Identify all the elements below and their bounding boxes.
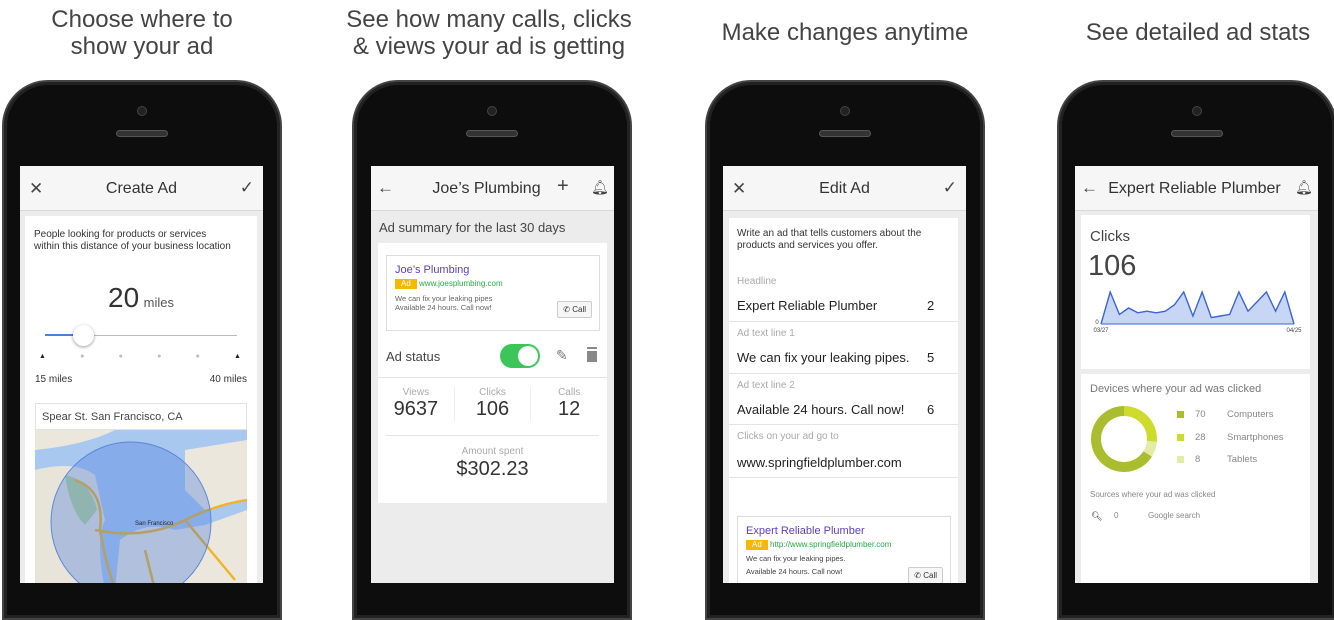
legend-value: 70 [1195,409,1206,420]
preview-headline: Expert Reliable Plumber [746,525,865,537]
call-button[interactable]: ✆ Call [557,301,592,318]
devices-donut-chart [1091,406,1157,472]
distance-readout: 20 miles [108,282,174,313]
preview-url: http://www.springfieldplumber.com [770,540,892,549]
legend-value: 8 [1195,454,1201,465]
screen-title: Joe’s Plumbing [432,180,541,197]
devices-title: Devices where your ad was clicked [1090,383,1262,395]
ad-badge: Ad [746,540,768,550]
ad-preview: Expert Reliable Plumber Ad http://www.sp… [737,516,951,583]
distance-slider[interactable] [45,325,237,346]
ad-badge: Ad [395,279,417,289]
map[interactable]: San Francisco [35,430,247,583]
check-icon[interactable]: ✓ [240,179,254,196]
caption-2: See how many calls, clicks & views your … [346,6,632,60]
clicks-chart: 0 03/27 04/25 [1093,289,1302,334]
ad-preview[interactable]: Joe’s Plumbing Ad www.joesplumbing.com W… [386,255,600,331]
edit-intro: Write an ad that tells customers about t… [737,228,922,251]
stat-calls: Calls 12 [558,387,581,420]
source-row: 🔍︎ 0 Google search [1091,511,1201,521]
slider-ticks: ▲ ● ● ● ● ▲ [39,352,241,360]
distance-description: People looking for products or services … [34,229,231,252]
metric-label: Clicks [1090,228,1130,245]
bell-icon[interactable]: 🔔︎ [1295,179,1313,196]
donut-slice-smartphones [1123,406,1157,442]
caption-3: Make changes anytime [721,19,969,46]
delete-trash-icon[interactable] [587,349,597,362]
screen-title: Edit Ad [819,180,870,197]
field-destination-url[interactable]: Clicks on your ad go to www.springfieldp… [729,431,958,483]
amount-spent-label: Amount spent [461,446,524,457]
screen-title: Create Ad [105,180,178,197]
check-icon[interactable]: ✓ [943,179,957,196]
add-icon[interactable]: + [557,176,569,196]
ad-summary-screen: ← Joe’s Plumbing + 🔔︎ Ad summary for the… [371,166,614,583]
stat-views: Views 9637 [393,387,439,420]
summary-heading: Ad summary for the last 30 days [379,220,566,235]
caption-4: See detailed ad stats [1085,19,1311,46]
legend-label: Computers [1227,409,1274,420]
search-icon: 🔍︎ [1091,511,1103,521]
donut-slice-tablets [1143,440,1157,457]
ad-stats-screen: ← Expert Reliable Plumber 🔔︎ Clicks 106 … [1075,166,1318,583]
caption-1: Choose where to show your ad [51,6,233,60]
sources-title: Sources where your ad was clicked [1090,490,1216,499]
x-start-label: 03/27 [1093,328,1109,334]
edit-pencil-icon[interactable]: ✎ [556,347,568,364]
distance-card: People looking for products or services … [25,216,257,583]
ad-status-toggle[interactable] [500,344,540,368]
header: ← Expert Reliable Plumber 🔔︎ [1075,166,1318,211]
header: ← Joe’s Plumbing + 🔔︎ [371,166,614,211]
stats-row: Views 9637 Clicks 106 Calls 12 [378,387,607,421]
create-ad-screen: ✕ Create Ad ✓ People looking for product… [20,166,263,583]
legend-value: 28 [1195,431,1206,443]
ad-url: www.joesplumbing.com [419,279,503,288]
bell-icon[interactable]: 🔔︎ [591,179,609,196]
x-end-label: 04/25 [1286,328,1302,334]
y-min-label: 0 [1095,320,1099,326]
summary-card: Joe’s Plumbing Ad www.joesplumbing.com W… [378,243,607,503]
screen-title: Expert Reliable Plumber [1108,180,1281,197]
ad-status-label: Ad status [386,349,441,364]
slider-max-label: 40 miles [209,374,247,385]
edit-ad-screen: ✕ Edit Ad ✓ Write an ad that tells custo… [723,166,966,583]
metric-value: 106 [1088,250,1137,282]
clicks-card: Clicks 106 0 03/27 04/25 [1081,215,1310,369]
location-input[interactable]: Spear St. San Francisco, CA [35,403,247,430]
call-button[interactable]: ✆ Call [908,567,943,583]
legend-label: Tablets [1227,454,1258,465]
amount-spent-value: $302.23 [456,458,529,480]
legend-label: Smartphones [1227,431,1284,443]
edit-card: Write an ad that tells customers about t… [729,218,958,583]
stat-clicks: Clicks 106 [453,387,532,421]
ad-headline: Joe’s Plumbing [395,264,470,276]
preview-line-1: We can fix your leaking pipes. [746,554,846,563]
devices-card: Devices where your ad was clicked 70 Comp… [1081,374,1310,583]
header: ✕ Edit Ad ✓ [723,166,966,211]
map-city-label: San Francisco [135,521,174,527]
slider-min-label: 15 miles [35,374,73,385]
slider-thumb[interactable] [73,325,94,346]
header: ✕ Create Ad ✓ [20,166,263,211]
